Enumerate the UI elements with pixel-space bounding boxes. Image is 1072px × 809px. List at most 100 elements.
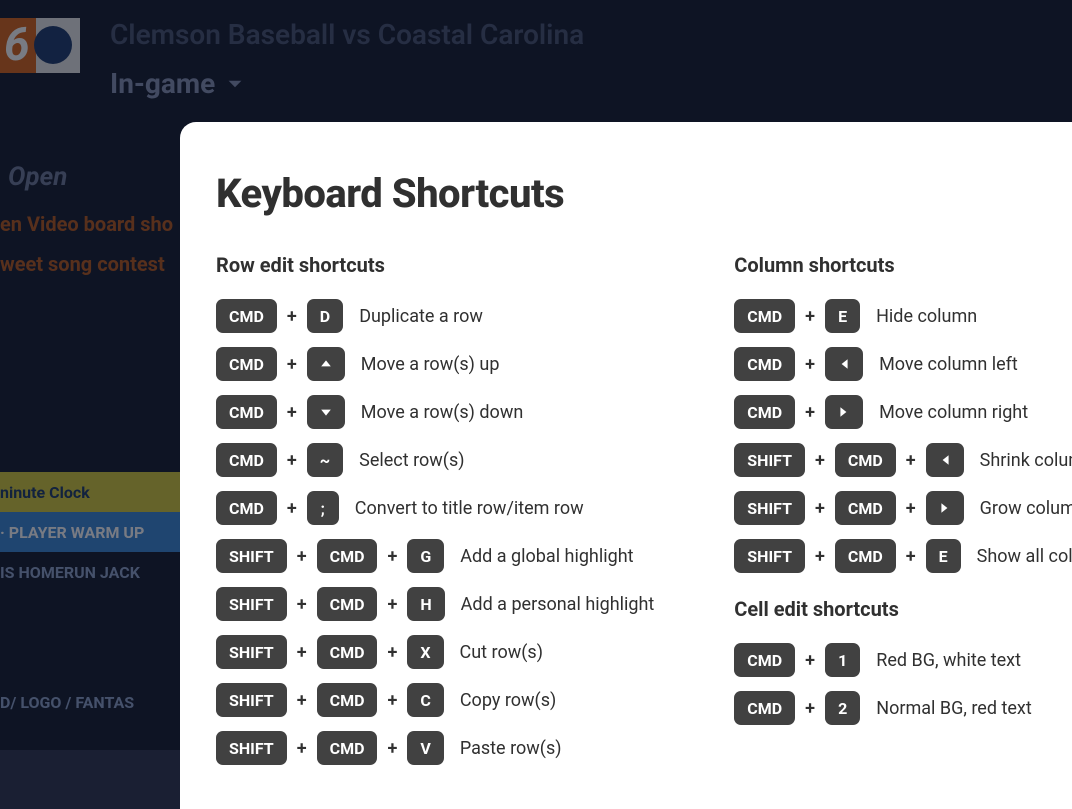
key-cmd: CMD xyxy=(317,731,378,765)
plus-separator: + xyxy=(287,306,297,327)
plus-separator: + xyxy=(387,594,397,615)
key-combo: SHIFT+CMD+ xyxy=(734,443,963,477)
cell-section-title: Cell edit shortcuts xyxy=(734,597,1072,621)
key-cmd: CMD xyxy=(317,683,378,717)
shortcut-description: Shrink column width xyxy=(980,450,1072,471)
key-cmd: CMD xyxy=(835,491,896,525)
shortcut-description: Select row(s) xyxy=(359,450,464,471)
key-cmd: CMD xyxy=(734,643,795,677)
row-shortcuts-column: Row edit shortcuts CMD+DDuplicate a rowC… xyxy=(216,253,654,779)
plus-separator: + xyxy=(297,690,307,711)
cell-shortcut-row: CMD+1Red BG, white text xyxy=(734,643,1072,677)
key-cmd: CMD xyxy=(216,443,277,477)
key-~: ~ xyxy=(307,443,343,477)
arrow-left-icon xyxy=(825,347,863,381)
row-shortcut-row: CMD+;Convert to title row/item row xyxy=(216,491,654,525)
shortcut-description: Hide column xyxy=(876,306,977,327)
key-combo: CMD + xyxy=(734,395,863,429)
row-shortcut-row: SHIFT+CMD+VPaste row(s) xyxy=(216,731,654,765)
key-combo: CMD+ xyxy=(734,347,863,381)
row-shortcut-row: CMD + Move a row(s) up xyxy=(216,347,654,381)
shortcut-description: Grow column width xyxy=(980,498,1072,519)
keyboard-shortcuts-modal: Keyboard Shortcuts Row edit shortcuts CM… xyxy=(180,122,1072,809)
col-shortcut-row: SHIFT+CMD+Shrink column width xyxy=(734,443,1072,477)
plus-separator: + xyxy=(815,450,825,471)
key-combo: CMD+2 xyxy=(734,691,860,725)
col-shortcut-row: SHIFT+CMD+Grow column width xyxy=(734,491,1072,525)
key-combo: SHIFT+CMD+ xyxy=(734,491,963,525)
plus-separator: + xyxy=(287,354,297,375)
key-combo: CMD + xyxy=(216,395,345,429)
key-combo: CMD+E xyxy=(734,299,860,333)
plus-separator: + xyxy=(297,546,307,567)
col-shortcut-row: SHIFT+CMD+EShow all columns xyxy=(734,539,1072,573)
row-shortcut-row: SHIFT+CMD+CCopy row(s) xyxy=(216,683,654,717)
key-combo: SHIFT+CMD+H xyxy=(216,587,445,621)
key-c: C xyxy=(407,683,443,717)
key-shift: SHIFT xyxy=(216,731,287,765)
plus-separator: + xyxy=(805,698,815,719)
key-combo: SHIFT+CMD+E xyxy=(734,539,960,573)
plus-separator: + xyxy=(287,402,297,423)
col-section-title: Column shortcuts xyxy=(734,253,1072,277)
key-shift: SHIFT xyxy=(734,443,805,477)
key-combo: SHIFT + CMD + C xyxy=(216,683,444,717)
column-shortcuts-column: Column shortcuts CMD+EHide columnCMD+Mov… xyxy=(734,253,1072,779)
modal-title: Keyboard Shortcuts xyxy=(216,170,1072,217)
shortcut-description: Add a global highlight xyxy=(460,546,633,567)
key-cmd: CMD xyxy=(734,299,795,333)
key-combo: CMD+D xyxy=(216,299,343,333)
plus-separator: + xyxy=(387,642,397,663)
row-shortcut-row: CMD+Move a row(s) down xyxy=(216,395,654,429)
key-shift: SHIFT xyxy=(216,587,287,621)
key-2: 2 xyxy=(825,691,860,725)
shortcut-description: Move a row(s) up xyxy=(361,354,500,375)
key-cmd: CMD xyxy=(317,635,378,669)
plus-separator: + xyxy=(387,546,397,567)
key-cmd: CMD xyxy=(835,539,896,573)
arrow-up-icon xyxy=(307,347,345,381)
key-cmd: CMD xyxy=(317,587,378,621)
key-d: D xyxy=(307,299,343,333)
shortcut-description: Normal BG, red text xyxy=(876,698,1031,719)
plus-separator: + xyxy=(906,498,916,519)
plus-separator: + xyxy=(297,594,307,615)
key-cmd: CMD xyxy=(317,539,378,573)
key-1: 1 xyxy=(825,643,860,677)
plus-separator: + xyxy=(387,738,397,759)
plus-separator: + xyxy=(387,690,397,711)
key-shift: SHIFT xyxy=(734,539,805,573)
plus-separator: + xyxy=(815,498,825,519)
key-combo: CMD + ~ xyxy=(216,443,343,477)
key-cmd: CMD xyxy=(216,395,277,429)
cell-shortcut-row: CMD+2 Normal BG, red text xyxy=(734,691,1072,725)
key-cmd: CMD xyxy=(216,491,277,525)
key-combo: SHIFT+CMD+X xyxy=(216,635,444,669)
key-;: ; xyxy=(307,491,339,525)
row-shortcut-row: CMD+DDuplicate a row xyxy=(216,299,654,333)
row-shortcut-row: SHIFT+CMD+GAdd a global highlight xyxy=(216,539,654,573)
key-cmd: CMD xyxy=(734,395,795,429)
key-combo: CMD+; xyxy=(216,491,339,525)
key-cmd: CMD xyxy=(216,347,277,381)
arrow-right-icon xyxy=(926,491,964,525)
key-g: G xyxy=(407,539,444,573)
shortcut-description: Show all columns xyxy=(977,546,1072,567)
row-shortcut-row: CMD + ~ Select row(s) xyxy=(216,443,654,477)
key-combo: CMD +1 xyxy=(734,643,860,677)
col-shortcut-row: CMD+E Hide column xyxy=(734,299,1072,333)
key-v: V xyxy=(407,731,443,765)
arrow-down-icon xyxy=(307,395,345,429)
plus-separator: + xyxy=(906,450,916,471)
plus-separator: + xyxy=(287,450,297,471)
plus-separator: + xyxy=(297,642,307,663)
key-shift: SHIFT xyxy=(216,683,287,717)
plus-separator: + xyxy=(805,402,815,423)
shortcut-description: Cut row(s) xyxy=(460,642,543,663)
shortcut-description: Add a personal highlight xyxy=(461,594,655,615)
key-combo: CMD + xyxy=(216,347,345,381)
shortcut-description: Duplicate a row xyxy=(359,306,483,327)
plus-separator: + xyxy=(906,546,916,567)
plus-separator: + xyxy=(805,650,815,671)
plus-separator: + xyxy=(815,546,825,567)
